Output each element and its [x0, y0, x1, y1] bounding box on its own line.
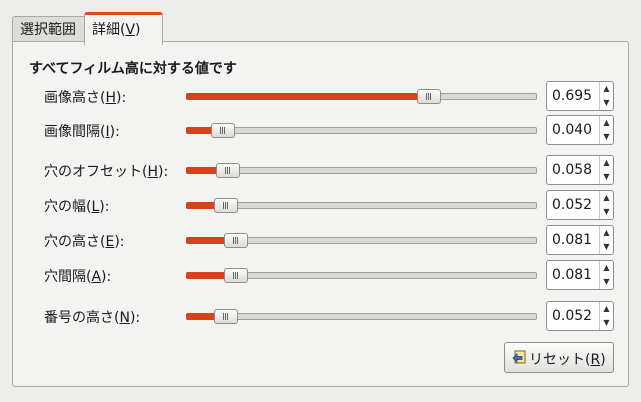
slider-fill: [186, 93, 429, 100]
number-height-spinbox[interactable]: 0.052 ▲ ▼: [546, 301, 614, 331]
hole-width-spinbox[interactable]: 0.052 ▲ ▼: [546, 190, 614, 220]
slider-thumb[interactable]: [210, 123, 235, 138]
chevron-up-icon[interactable]: ▲: [600, 156, 613, 170]
row-image-spacing: 画像間隔(I): 0.040 ▲ ▼: [13, 115, 628, 145]
hole-spacing-value[interactable]: 0.081: [552, 267, 592, 283]
hole-offset-label: 穴のオフセット(H):: [44, 164, 169, 180]
tab-advanced[interactable]: 詳細(V): [84, 12, 163, 45]
hole-offset-value[interactable]: 0.058: [552, 162, 592, 178]
hole-width-slider[interactable]: [186, 195, 537, 215]
chevron-up-icon[interactable]: ▲: [600, 116, 613, 130]
row-number-height: 番号の高さ(N): 0.052 ▲ ▼: [13, 301, 628, 331]
hole-offset-spinbox[interactable]: 0.058 ▲ ▼: [546, 155, 614, 185]
chevron-down-icon[interactable]: ▼: [600, 275, 613, 289]
slider-thumb[interactable]: [214, 198, 239, 213]
reset-button-label: リセット(R): [529, 352, 606, 368]
section-title: すべてフィルム高に対する値です: [29, 61, 237, 77]
hole-height-slider[interactable]: [186, 230, 537, 250]
reset-button[interactable]: リセット(R): [504, 342, 614, 373]
hole-spacing-label: 穴間隔(A):: [44, 269, 112, 285]
chevron-up-icon[interactable]: ▲: [600, 82, 613, 96]
chevron-up-icon[interactable]: ▲: [600, 261, 613, 275]
hole-height-spinbox[interactable]: 0.081 ▲ ▼: [546, 225, 614, 255]
row-hole-offset: 穴のオフセット(H): 0.058 ▲ ▼: [13, 155, 628, 185]
chevron-up-icon[interactable]: ▲: [600, 191, 613, 205]
row-hole-height: 穴の高さ(E): 0.081 ▲ ▼: [13, 225, 628, 255]
chevron-down-icon[interactable]: ▼: [600, 130, 613, 144]
advanced-panel: すべてフィルム高に対する値です 画像高さ(H): 0.695 ▲ ▼ 画像間隔(I…: [12, 41, 629, 387]
slider-trough: [186, 313, 537, 320]
tab-advanced-label: 詳細(V): [92, 22, 141, 38]
number-height-value[interactable]: 0.052: [552, 308, 592, 324]
image-spacing-slider[interactable]: [186, 120, 537, 140]
slider-trough: [186, 127, 537, 134]
hole-height-value[interactable]: 0.081: [552, 232, 592, 248]
slider-trough: [186, 202, 537, 209]
hole-spacing-slider[interactable]: [186, 265, 537, 285]
slider-thumb[interactable]: [214, 309, 239, 324]
image-height-value[interactable]: 0.695: [552, 88, 592, 104]
image-height-slider[interactable]: [186, 86, 537, 106]
hole-offset-slider[interactable]: [186, 160, 537, 180]
chevron-up-icon[interactable]: ▲: [600, 226, 613, 240]
image-height-spinbox[interactable]: 0.695 ▲ ▼: [546, 81, 614, 111]
chevron-down-icon[interactable]: ▼: [600, 96, 613, 110]
tab-selection[interactable]: 選択範囲: [12, 16, 86, 43]
image-spacing-label: 画像間隔(I):: [44, 124, 120, 140]
slider-thumb[interactable]: [216, 163, 241, 178]
image-spacing-spinbox[interactable]: 0.040 ▲ ▼: [546, 115, 614, 145]
chevron-down-icon[interactable]: ▼: [600, 316, 613, 330]
chevron-down-icon[interactable]: ▼: [600, 170, 613, 184]
chevron-down-icon[interactable]: ▼: [600, 240, 613, 254]
slider-thumb[interactable]: [223, 233, 248, 248]
row-hole-spacing: 穴間隔(A): 0.081 ▲ ▼: [13, 260, 628, 290]
hole-height-label: 穴の高さ(E):: [44, 234, 125, 250]
reset-icon: [512, 350, 526, 364]
hole-width-value[interactable]: 0.052: [552, 197, 592, 213]
hole-width-label: 穴の幅(L):: [44, 199, 110, 215]
slider-thumb[interactable]: [223, 268, 248, 283]
row-hole-width: 穴の幅(L): 0.052 ▲ ▼: [13, 190, 628, 220]
chevron-down-icon[interactable]: ▼: [600, 205, 613, 219]
number-height-slider[interactable]: [186, 306, 537, 326]
chevron-up-icon[interactable]: ▲: [600, 302, 613, 316]
image-height-label: 画像高さ(H):: [44, 90, 127, 106]
number-height-label: 番号の高さ(N):: [44, 310, 141, 326]
row-image-height: 画像高さ(H): 0.695 ▲ ▼: [13, 81, 628, 111]
slider-thumb[interactable]: [416, 89, 441, 104]
image-spacing-value[interactable]: 0.040: [552, 122, 592, 138]
hole-spacing-spinbox[interactable]: 0.081 ▲ ▼: [546, 260, 614, 290]
tab-selection-label: 選択範囲: [20, 22, 76, 38]
